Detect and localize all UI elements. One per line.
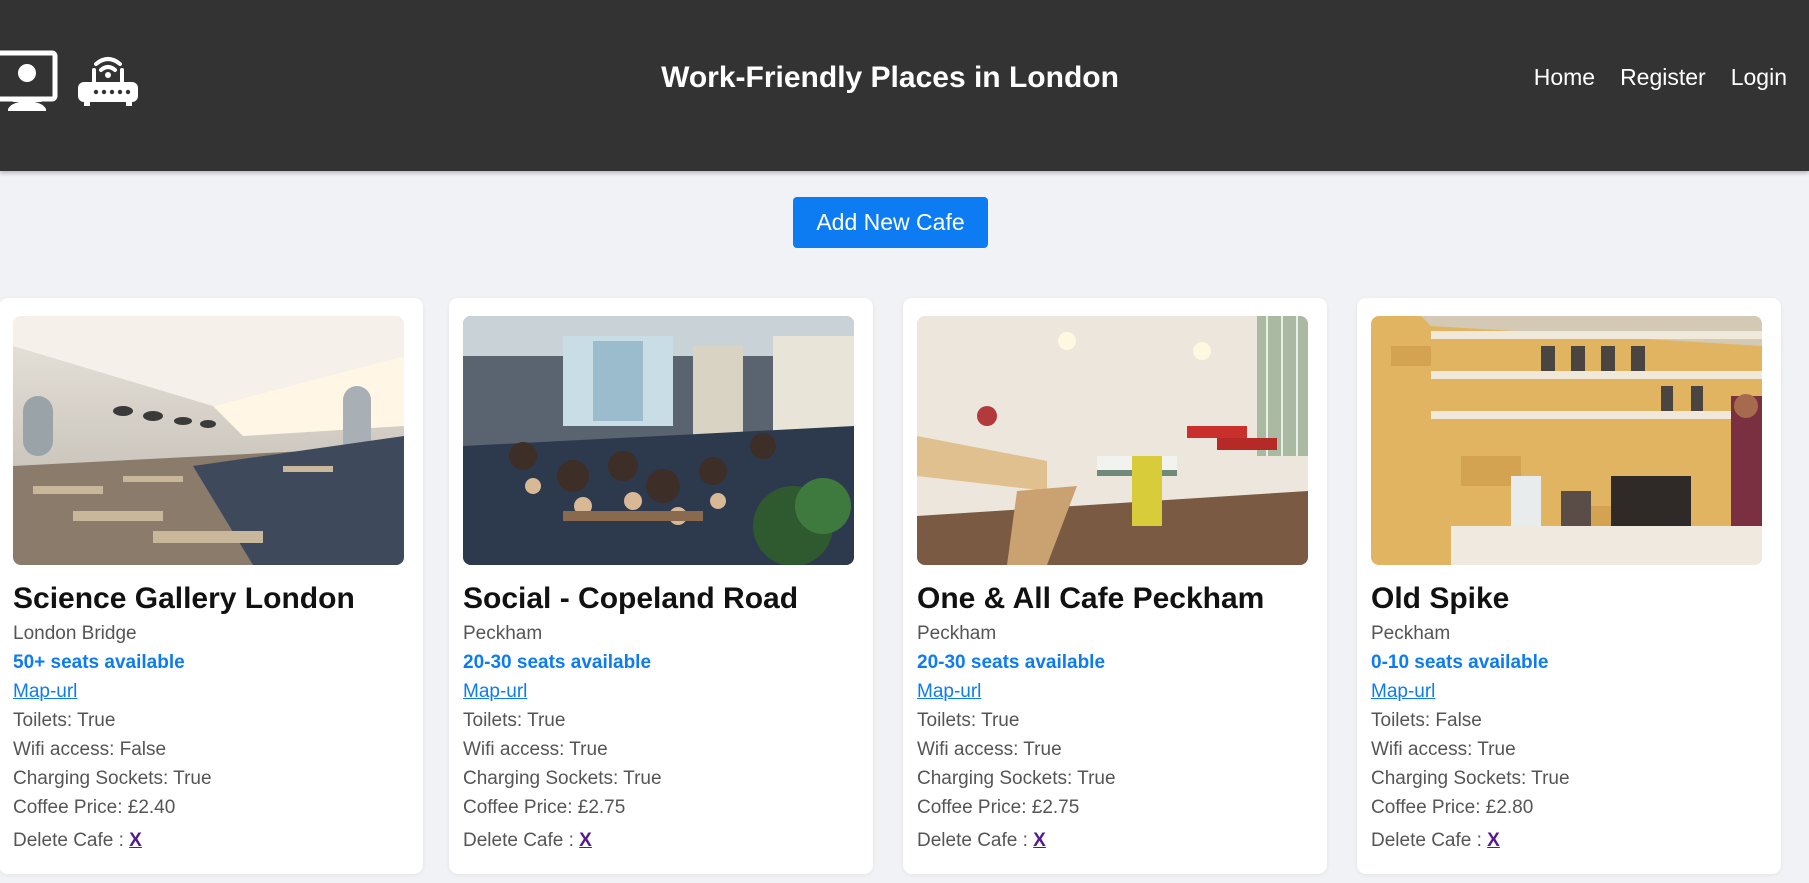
delete-cafe-link[interactable]: X: [1487, 830, 1500, 851]
cafe-toilets: Toilets: False: [1371, 710, 1482, 731]
cafe-name: One & All Cafe Peckham: [917, 582, 1265, 615]
delete-cafe-link[interactable]: X: [129, 830, 142, 851]
cafe-sockets: Charging Sockets: True: [463, 768, 662, 789]
cafe-location: Peckham: [1371, 623, 1451, 644]
cafe-card-body: Old Spike Peckham 0-10 seats available M…: [1371, 581, 1771, 855]
cafe-photo: [917, 316, 1308, 565]
cafe-location: Peckham: [463, 623, 543, 644]
cafe-delete-label: Delete Cafe :: [13, 830, 130, 851]
cafe-delete-label: Delete Cafe :: [917, 830, 1034, 851]
cafe-card-body: One & All Cafe Peckham Peckham 20-30 sea…: [917, 581, 1317, 855]
cafe-card-body: Science Gallery London London Bridge 50+…: [13, 581, 413, 855]
page-title: Work-Friendly Places in London: [661, 61, 1119, 94]
cafe-name: Old Spike: [1371, 582, 1510, 615]
cafe-delete-row: Delete Cafe : X: [917, 826, 1317, 855]
cafe-map-link[interactable]: Map-url: [917, 677, 981, 706]
nav-home-link[interactable]: Home: [1534, 60, 1595, 94]
cafe-photo: [13, 316, 404, 565]
cafe-delete-row: Delete Cafe : X: [13, 826, 413, 855]
cafe-coffee-price: Coffee Price: £2.75: [463, 797, 626, 818]
cafe-coffee-price: Coffee Price: £2.75: [917, 797, 1080, 818]
nav-login-link[interactable]: Login: [1731, 60, 1787, 94]
cafe-card-body: Social - Copeland Road Peckham 20-30 sea…: [463, 581, 863, 855]
cafe-coffee-price: Coffee Price: £2.80: [1371, 797, 1534, 818]
main-nav: Home Register Login: [1534, 60, 1787, 94]
cafe-seats: 20-30 seats available: [917, 652, 1106, 673]
cafe-delete-label: Delete Cafe :: [463, 830, 580, 851]
cafe-coffee-price: Coffee Price: £2.40: [13, 797, 176, 818]
cafe-location: London Bridge: [13, 623, 137, 644]
cafe-sockets: Charging Sockets: True: [917, 768, 1116, 789]
cafe-seats: 0-10 seats available: [1371, 652, 1549, 673]
cafe-card: Science Gallery London London Bridge 50+…: [0, 298, 423, 874]
cafe-toilets: Toilets: True: [917, 710, 1020, 731]
cafe-photo: [1371, 316, 1762, 565]
cafe-sockets: Charging Sockets: True: [13, 768, 212, 789]
cafe-name: Social - Copeland Road: [463, 582, 799, 615]
cafe-toilets: Toilets: True: [463, 710, 566, 731]
cafe-card: Old Spike Peckham 0-10 seats available M…: [1357, 298, 1781, 874]
cafe-location: Peckham: [917, 623, 997, 644]
cafe-wifi: Wifi access: False: [13, 739, 167, 760]
cafe-wifi: Wifi access: True: [917, 739, 1062, 760]
cafe-delete-label: Delete Cafe :: [1371, 830, 1488, 851]
cafe-map-link[interactable]: Map-url: [1371, 677, 1435, 706]
cafe-seats: 20-30 seats available: [463, 652, 652, 673]
cafe-map-link[interactable]: Map-url: [463, 677, 527, 706]
cafe-wifi: Wifi access: True: [463, 739, 608, 760]
cafe-delete-row: Delete Cafe : X: [463, 826, 863, 855]
add-new-cafe-button[interactable]: Add New Cafe: [793, 197, 988, 248]
cafe-wifi: Wifi access: True: [1371, 739, 1516, 760]
nav-register-link[interactable]: Register: [1620, 60, 1706, 94]
cafe-card: Social - Copeland Road Peckham 20-30 sea…: [449, 298, 873, 874]
cafe-delete-row: Delete Cafe : X: [1371, 826, 1771, 855]
site-header: Work-Friendly Places in London Home Regi…: [0, 0, 1809, 171]
delete-cafe-link[interactable]: X: [579, 830, 592, 851]
cafe-toilets: Toilets: True: [13, 710, 116, 731]
delete-cafe-link[interactable]: X: [1033, 830, 1046, 851]
cafe-seats: 50+ seats available: [13, 652, 185, 673]
cafe-map-link[interactable]: Map-url: [13, 677, 77, 706]
cafe-name: Science Gallery London: [13, 582, 355, 615]
cafe-card: One & All Cafe Peckham Peckham 20-30 sea…: [903, 298, 1327, 874]
cafe-photo: [463, 316, 854, 565]
cafe-sockets: Charging Sockets: True: [1371, 768, 1570, 789]
